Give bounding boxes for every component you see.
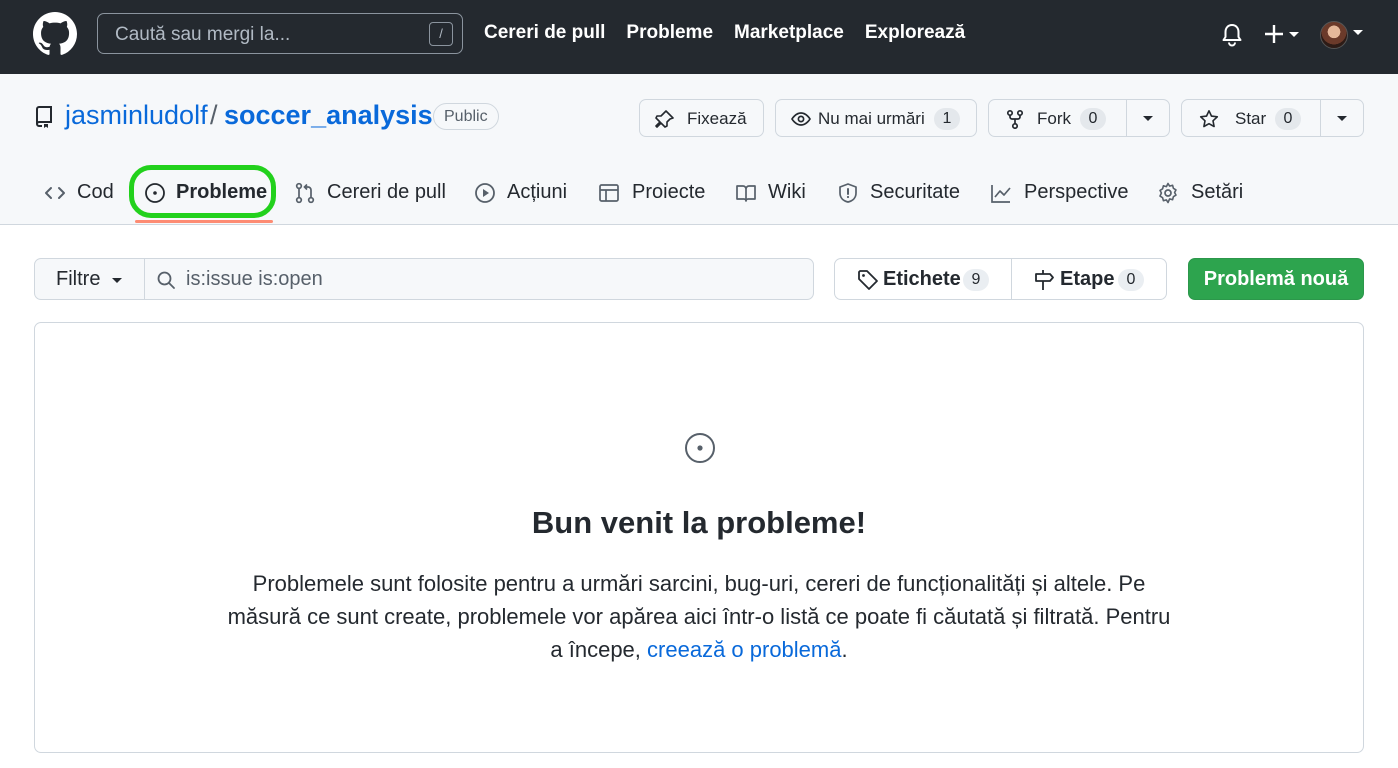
tab-label: Wiki xyxy=(768,181,806,203)
git-pull-request-icon xyxy=(295,182,315,204)
tab-label: Cod xyxy=(77,181,114,203)
milestones-button[interactable]: Etape 0 xyxy=(1012,259,1167,299)
blankslate-title: Bun venit la probleme! xyxy=(531,505,867,540)
filters-dropdown-button[interactable]: Filtre xyxy=(34,258,145,300)
repo-path-separator: / xyxy=(210,100,218,130)
search-placeholder: Caută sau mergi la... xyxy=(115,24,291,45)
code-icon xyxy=(45,187,65,199)
fork-count: 0 xyxy=(1080,108,1106,130)
fork-button[interactable]: Fork 0 xyxy=(988,99,1170,137)
eye-icon xyxy=(791,112,811,126)
global-nav: Cereri de pull Probleme Marketplace Expl… xyxy=(484,22,965,44)
search-icon xyxy=(157,271,175,289)
create-issue-link[interactable]: creează o problemă xyxy=(647,637,841,662)
labels-button[interactable]: Etichete 9 xyxy=(835,259,1011,299)
pin-label: Fixează xyxy=(687,109,747,128)
chevron-down-icon[interactable] xyxy=(1352,29,1364,37)
tab-label: Cereri de pull xyxy=(327,181,446,203)
tab-label: Setări xyxy=(1191,181,1244,203)
new-issue-button[interactable]: Problemă nouă xyxy=(1188,258,1364,300)
pin-icon xyxy=(655,110,674,128)
book-icon xyxy=(736,185,756,202)
issue-opened-icon xyxy=(685,433,715,463)
chevron-down-icon[interactable] xyxy=(1336,115,1348,123)
issues-blankslate: Bun venit la probleme! Problemele sunt f… xyxy=(34,322,1364,753)
issues-search-value: is:issue is:open xyxy=(186,268,323,290)
shield-icon xyxy=(839,183,857,203)
tab-highlight-ring xyxy=(129,165,276,218)
slash-shortcut-hint: / xyxy=(429,22,453,46)
blankslate-end: . xyxy=(841,637,848,662)
user-avatar[interactable] xyxy=(1320,21,1348,49)
repo-icon xyxy=(36,106,52,128)
chevron-down-icon xyxy=(112,278,122,283)
tab-label: Proiecte xyxy=(632,181,706,203)
milestones-count: 0 xyxy=(1118,269,1144,291)
milestones-label: Etape xyxy=(1060,268,1115,290)
nav-marketplace[interactable]: Marketplace xyxy=(734,22,844,44)
pin-button[interactable]: Fixează xyxy=(639,99,764,137)
tab-label: Acțiuni xyxy=(507,181,568,203)
repo-name-link[interactable]: soccer_analysis xyxy=(224,100,433,131)
global-search-input[interactable]: Caută sau mergi la... / xyxy=(97,13,463,54)
play-icon xyxy=(475,183,495,203)
labels-count: 9 xyxy=(963,269,989,291)
chevron-down-icon[interactable] xyxy=(1142,115,1154,123)
watch-label: Nu mai urmări xyxy=(818,109,925,128)
bell-icon[interactable] xyxy=(1220,22,1244,48)
create-new-plus-icon[interactable] xyxy=(1263,21,1303,47)
graph-icon xyxy=(991,185,1011,203)
issues-search-input[interactable]: is:issue is:open xyxy=(144,258,814,300)
milestone-icon xyxy=(1035,270,1054,290)
watch-count: 1 xyxy=(934,108,960,130)
github-logo-icon[interactable] xyxy=(33,12,77,56)
tab-label: Perspective xyxy=(1024,181,1129,203)
repo-forked-icon xyxy=(1006,109,1024,129)
labels-label: Etichete xyxy=(883,268,961,290)
star-label: Star xyxy=(1235,109,1267,128)
labels-milestones-group: Etichete 9 Etape 0 xyxy=(834,258,1167,300)
table-icon xyxy=(599,184,619,202)
active-tab-underline xyxy=(135,220,273,223)
tag-icon xyxy=(858,270,878,290)
watch-button[interactable]: Nu mai urmări 1 xyxy=(775,99,977,137)
global-header: Caută sau mergi la... / Cereri de pull P… xyxy=(0,0,1398,74)
repo-owner-link[interactable]: jasminludolf xyxy=(65,100,208,131)
blankslate-description: Problemele sunt folosite pentru a urmări… xyxy=(225,567,1173,666)
nav-explore[interactable]: Explorează xyxy=(865,22,965,44)
visibility-badge: Public xyxy=(433,103,499,130)
filters-label: Filtre xyxy=(56,268,101,290)
star-count: 0 xyxy=(1275,108,1301,130)
nav-issues[interactable]: Probleme xyxy=(626,22,713,44)
star-icon xyxy=(1199,110,1219,128)
star-button[interactable]: Star 0 xyxy=(1181,99,1364,137)
fork-split-divider xyxy=(1126,100,1127,136)
gear-icon xyxy=(1159,182,1177,204)
nav-pull-requests[interactable]: Cereri de pull xyxy=(484,22,605,44)
star-split-divider xyxy=(1320,100,1321,136)
tab-label: Securitate xyxy=(870,181,961,203)
fork-label: Fork xyxy=(1037,109,1071,128)
